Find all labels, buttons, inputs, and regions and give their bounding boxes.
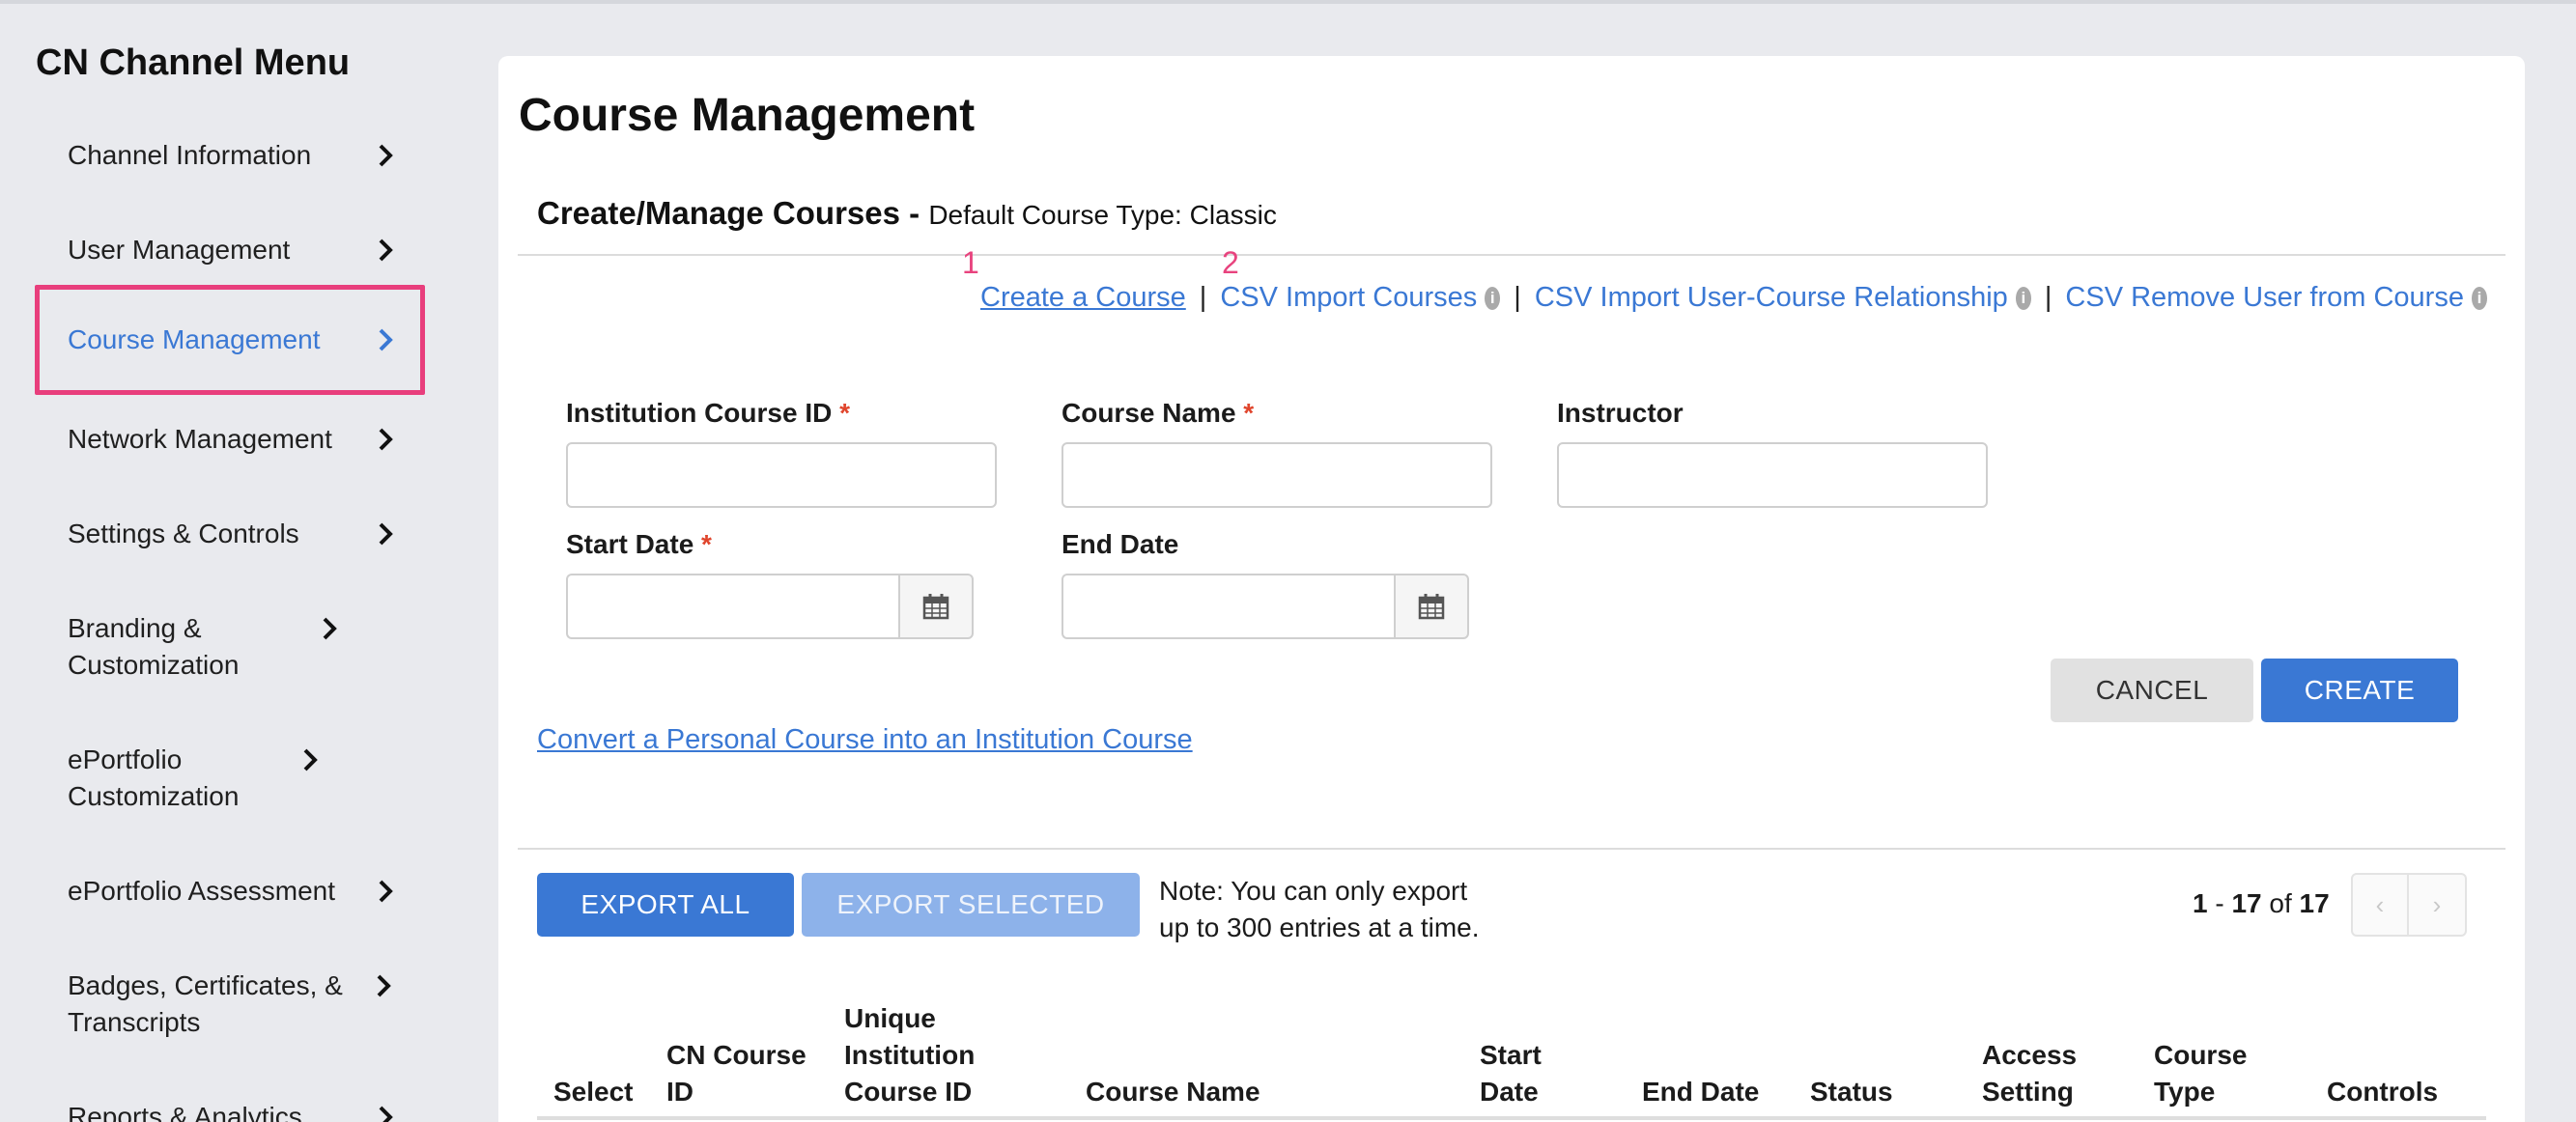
instructor-label: Instructor bbox=[1557, 398, 1684, 428]
sidebar-item-user-management[interactable]: User Management bbox=[35, 232, 425, 268]
sidebar-item-network-management[interactable]: Network Management bbox=[35, 421, 425, 458]
section-divider bbox=[518, 848, 2505, 850]
section-divider bbox=[518, 254, 2505, 256]
chevron-right-icon bbox=[375, 1103, 396, 1122]
column-header-course-name[interactable]: Course Name bbox=[1086, 1074, 1260, 1110]
sidebar-item-label: Badges, Certificates, & Transcripts bbox=[68, 970, 343, 1037]
create-button[interactable]: CREATE bbox=[2261, 659, 2458, 722]
start-date-picker bbox=[566, 574, 974, 639]
convert-personal-course-link[interactable]: Convert a Personal Course into an Instit… bbox=[537, 724, 1193, 756]
calendar-icon[interactable] bbox=[898, 574, 974, 639]
separator: | bbox=[1514, 282, 1521, 313]
chevron-right-icon bbox=[375, 877, 396, 906]
sidebar-item-label: Channel Information bbox=[68, 140, 312, 170]
course-management-panel: Course Management Create/Manage Courses … bbox=[498, 56, 2525, 1122]
csv-import-courses-link[interactable]: CSV Import Courses bbox=[1220, 282, 1477, 314]
chevron-right-icon bbox=[375, 425, 396, 454]
sidebar-item-label: Network Management bbox=[68, 424, 332, 454]
section-title-main: Create/Manage Courses - bbox=[537, 195, 920, 231]
chevron-right-icon bbox=[373, 971, 394, 1000]
chevron-right-icon bbox=[375, 141, 396, 170]
column-header-course-type[interactable]: Course Type bbox=[2154, 1037, 2247, 1110]
default-course-type: Default Course Type: Classic bbox=[928, 200, 1277, 230]
sidebar-item-label: Branding & Customization bbox=[68, 613, 240, 680]
export-selected-button[interactable]: EXPORT SELECTED bbox=[802, 873, 1140, 937]
instructor-input[interactable] bbox=[1557, 442, 1988, 508]
create-course-link[interactable]: Create a Course bbox=[980, 282, 1186, 314]
info-icon[interactable]: i bbox=[2471, 286, 2488, 310]
info-icon[interactable]: i bbox=[1485, 286, 1501, 310]
sidebar-item-label: Course Management bbox=[68, 324, 321, 354]
table-header-divider bbox=[537, 1116, 2486, 1120]
channel-menu-sidebar: CN Channel Menu Channel Information User… bbox=[0, 0, 483, 1122]
sidebar-item-branding-customization[interactable]: Branding & Customization bbox=[35, 610, 425, 684]
course-name-label: Course Name * bbox=[1062, 398, 1255, 428]
sidebar-item-label: Reports & Analytics bbox=[68, 1102, 302, 1122]
step-marker-2: 2 bbox=[1222, 245, 1239, 280]
institution-course-id-input[interactable] bbox=[566, 442, 997, 508]
sidebar-item-eportfolio-customization[interactable]: ePortfolio Customization bbox=[35, 742, 425, 815]
separator: | bbox=[2044, 282, 2052, 313]
sidebar-item-settings-controls[interactable]: Settings & Controls bbox=[35, 516, 425, 552]
chevron-right-icon bbox=[319, 614, 340, 643]
column-header-select[interactable]: Select bbox=[553, 1074, 634, 1110]
sidebar-item-course-management[interactable]: Course Management bbox=[35, 285, 425, 395]
calendar-icon[interactable] bbox=[1394, 574, 1469, 639]
end-date-input[interactable] bbox=[1062, 574, 1394, 639]
column-header-access-setting[interactable]: Access Setting bbox=[1982, 1037, 2077, 1110]
sidebar-item-label: ePortfolio Customization bbox=[68, 744, 240, 811]
column-header-end-date[interactable]: End Date bbox=[1642, 1074, 1759, 1110]
chevron-right-icon bbox=[375, 325, 396, 354]
cancel-button[interactable]: CANCEL bbox=[2051, 659, 2253, 722]
courses-table-header: Select CN Course ID Unique Institution Cour… bbox=[537, 985, 2486, 1110]
end-date-picker bbox=[1062, 574, 1469, 639]
export-note: Note: You can only export up to 300 entr… bbox=[1159, 876, 1480, 942]
step-marker-1: 1 bbox=[962, 245, 979, 280]
column-header-status[interactable]: Status bbox=[1810, 1074, 1893, 1110]
chevron-right-icon bbox=[375, 236, 396, 265]
export-all-button[interactable]: EXPORT ALL bbox=[537, 873, 794, 937]
chevron-right-icon bbox=[299, 745, 321, 774]
column-header-unique-institution-course-id[interactable]: Unique Institution Course ID bbox=[844, 1000, 975, 1110]
start-date-label: Start Date * bbox=[566, 529, 712, 559]
previous-page-button[interactable]: ‹ bbox=[2351, 873, 2409, 937]
page-title: Course Management bbox=[519, 90, 976, 141]
sidebar-item-label: User Management bbox=[68, 235, 291, 265]
column-header-start-date[interactable]: Start Date bbox=[1480, 1037, 1542, 1110]
csv-remove-user-link[interactable]: CSV Remove User from Course bbox=[2065, 282, 2464, 314]
column-header-controls: Controls bbox=[2327, 1077, 2439, 1107]
chevron-right-icon bbox=[375, 519, 396, 548]
end-date-label: End Date bbox=[1062, 529, 1179, 559]
column-header-cn-course-id[interactable]: CN Course ID bbox=[666, 1037, 807, 1110]
pagination-controls: ‹ › bbox=[2351, 873, 2467, 937]
sidebar-item-channel-information[interactable]: Channel Information bbox=[35, 137, 425, 174]
next-page-button[interactable]: › bbox=[2409, 873, 2467, 937]
start-date-input[interactable] bbox=[566, 574, 898, 639]
sidebar-item-badges-certificates[interactable]: Badges, Certificates, & Transcripts bbox=[35, 968, 425, 1041]
section-title: Create/Manage Courses - Default Course T… bbox=[537, 195, 1277, 232]
csv-import-user-course-link[interactable]: CSV Import User-Course Relationship bbox=[1535, 282, 2008, 314]
course-action-links: Create a Course | CSV Import Courses i |… bbox=[980, 282, 2488, 314]
info-icon[interactable]: i bbox=[2015, 286, 2031, 310]
separator: | bbox=[1199, 282, 1207, 313]
pagination-summary: 1 - 17 of 17 bbox=[2193, 888, 2330, 918]
sidebar-item-eportfolio-assessment[interactable]: ePortfolio Assessment bbox=[35, 873, 425, 910]
institution-course-id-label: Institution Course ID * bbox=[566, 398, 851, 428]
course-name-input[interactable] bbox=[1062, 442, 1492, 508]
sidebar-title: CN Channel Menu bbox=[36, 42, 351, 83]
sidebar-item-reports-analytics[interactable]: Reports & Analytics bbox=[35, 1099, 425, 1122]
sidebar-item-label: ePortfolio Assessment bbox=[68, 876, 336, 906]
sidebar-item-label: Settings & Controls bbox=[68, 519, 299, 548]
